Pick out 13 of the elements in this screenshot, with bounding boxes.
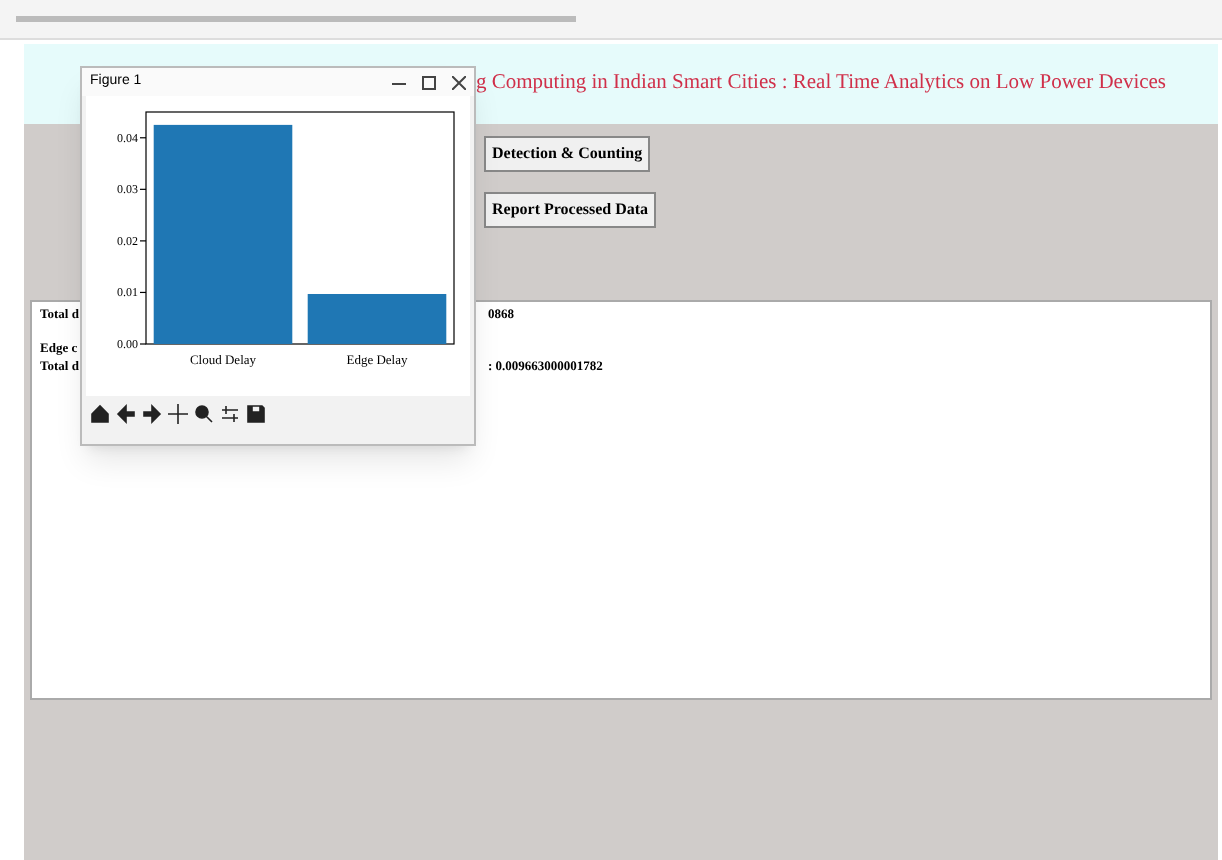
forward-arrow-icon[interactable] xyxy=(142,404,162,424)
save-icon[interactable] xyxy=(246,404,266,424)
action-button[interactable]: Detection & Counting xyxy=(484,136,651,172)
search-icon[interactable] xyxy=(194,404,214,424)
bar xyxy=(307,294,447,344)
home-icon[interactable] xyxy=(90,404,110,424)
move-icon[interactable] xyxy=(168,404,188,424)
back-arrow-icon[interactable] xyxy=(116,404,136,424)
app-title: g Computing in Indian Smart Cities : Real Time Analytics on Low Power Devices xyxy=(476,70,1167,99)
close-icon[interactable] xyxy=(452,75,466,89)
action-button[interactable]: Report Processed Data xyxy=(484,192,657,228)
sliders-icon[interactable] xyxy=(220,404,240,424)
maximize-icon[interactable] xyxy=(422,75,436,89)
